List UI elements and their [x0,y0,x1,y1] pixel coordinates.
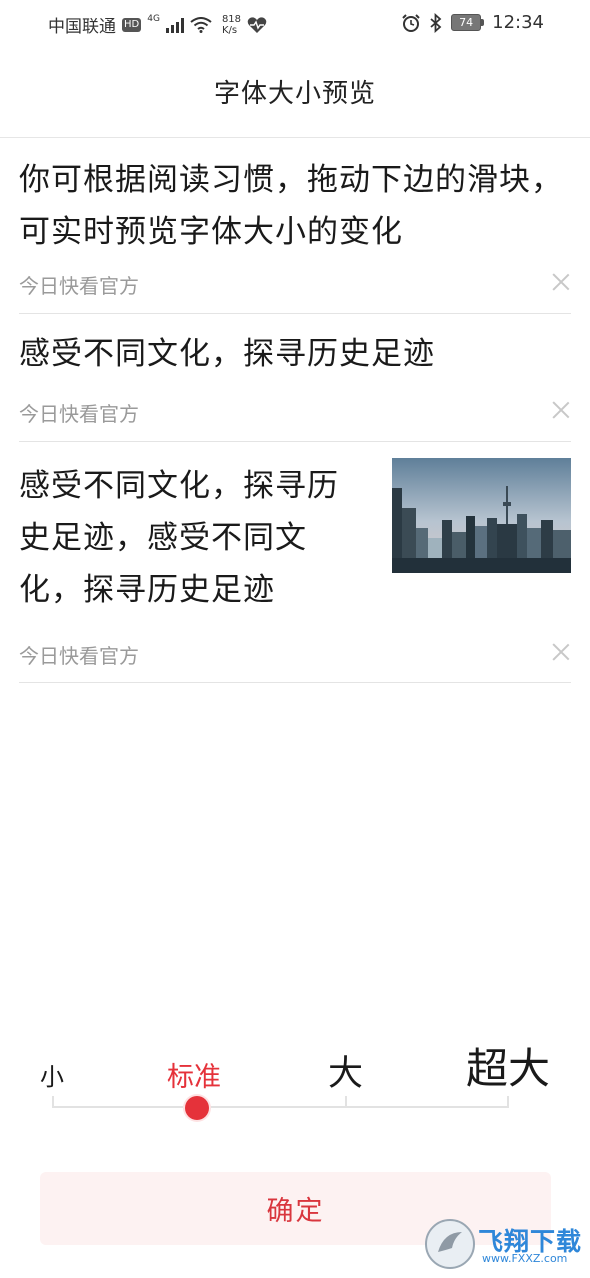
status-right: 74 12:34 [401,12,544,33]
watermark-logo: 飞翔下载 www.FXXZ.com [422,1216,586,1272]
news-title: 你可根据阅读习惯，拖动下边的滑块，可实时预览字体大小的变化 [19,162,563,250]
news-item[interactable]: 感受不同文化，探寻历史足迹 今日快看官方 [19,314,571,442]
status-left: 中国联通 HD 4G 818 K/s [48,12,267,37]
network-type: 4G [147,13,160,24]
news-source: 今日快看官方 [19,644,139,668]
news-source: 今日快看官方 [19,274,139,298]
battery-icon: 74 [451,14,485,31]
font-size-large-option[interactable]: 大 [328,1045,363,1096]
carrier-name: 中国联通 [48,17,116,37]
font-size-options: 小 标准 大 超大 [0,1040,590,1100]
font-size-xlarge-option[interactable]: 超大 [466,1035,550,1096]
slider-tick [345,1096,347,1108]
bluetooth-icon [430,12,442,33]
speed-value: 818 [221,13,242,25]
alarm-icon [402,13,420,32]
speed-unit: K/s [221,24,238,36]
news-item[interactable]: 你可根据阅读习惯，拖动下边的滑块，可实时预览字体大小的变化 今日快看官方 [19,138,571,314]
page-header: 字体大小预览 [0,46,590,138]
news-item[interactable]: 感受不同文化，探寻历史足迹，感受不同文化，探寻历史足迹 今日快看官方 [19,442,571,683]
heart-rate-icon [247,16,267,33]
watermark-url: www.FXXZ.com [482,1252,568,1265]
close-icon[interactable] [551,399,571,419]
network-speed: 818 K/s [222,14,241,36]
slider-tick [52,1096,54,1108]
font-size-slider-track[interactable] [52,1096,509,1108]
battery-level: 74 [451,14,482,31]
news-title: 感受不同文化，探寻历史足迹，感受不同文化，探寻历史足迹 [19,468,339,608]
signal-icon [165,17,184,33]
wifi-icon [190,16,212,33]
news-source: 今日快看官方 [19,402,139,426]
font-size-standard-option[interactable]: 标准 [167,1055,221,1094]
hd-badge: HD [122,17,142,32]
close-icon[interactable] [551,641,571,661]
news-title: 感受不同文化，探寻历史足迹 [19,336,435,372]
page-title: 字体大小预览 [213,79,376,109]
preview-news-list: 你可根据阅读习惯，拖动下边的滑块，可实时预览字体大小的变化 今日快看官方 感受不… [19,138,571,683]
close-icon[interactable] [551,271,571,291]
status-bar: 中国联通 HD 4G 818 K/s 74 12:34 [0,0,590,46]
font-size-small-option[interactable]: 小 [40,1057,64,1092]
news-thumbnail-image [392,458,571,573]
confirm-label: 确定 [266,1196,325,1226]
slider-tick [507,1096,509,1108]
clock: 12:34 [492,12,544,33]
font-size-slider-handle[interactable] [185,1096,209,1120]
